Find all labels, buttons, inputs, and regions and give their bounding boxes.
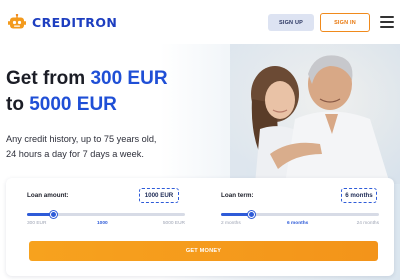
loan-amount-max-label: 5000 EUR	[162, 221, 185, 226]
loan-amount-slider-thumb[interactable]	[50, 210, 58, 218]
subtext-line-1: Any credit history, up to 75 years old,	[6, 134, 157, 144]
headline-line2-prefix: to	[6, 94, 30, 115]
loan-amount-mid-label: 1000	[97, 221, 108, 226]
hamburger-menu-icon[interactable]	[380, 16, 394, 28]
headline-prefix: Get from	[6, 68, 91, 89]
site-header: CREDITRON SIGN UP SIGN IN	[0, 0, 400, 44]
subtext-line-2: 24 hours a day for 7 days a week.	[6, 149, 144, 159]
loan-term-min-label: 2 months	[221, 221, 241, 226]
loan-term-track-fill	[221, 213, 252, 216]
brand-logo[interactable]: CREDITRON	[8, 13, 118, 30]
loan-term-mid-label: 6 months	[287, 221, 309, 226]
couple-photo	[230, 44, 400, 184]
headline-min-amount: 300 EUR	[90, 68, 168, 89]
loan-term-slider-thumb[interactable]	[247, 210, 255, 218]
hero-headline: Get from 300 EUR to 5000 EUR	[6, 66, 168, 118]
loan-term-track[interactable]	[221, 210, 379, 218]
headline-max-amount: 5000 EUR	[29, 94, 117, 115]
loan-amount-value-box[interactable]: 1000 EUR	[139, 188, 179, 203]
get-money-button[interactable]: GET MONEY	[29, 241, 378, 261]
hero-subtext: Any credit history, up to 75 years old, …	[6, 132, 216, 162]
loan-amount-label: Loan amount:	[27, 192, 69, 199]
loan-term-label: Loan term:	[221, 192, 254, 199]
sign-up-button[interactable]: SIGN UP	[268, 14, 314, 31]
loan-term-value-box[interactable]: 6 months	[341, 188, 377, 203]
loan-amount-min-label: 300 EUR	[27, 221, 47, 226]
brand-name: CREDITRON	[32, 14, 118, 30]
loan-calculator-card: Loan amount: 1000 EUR 300 EUR 1000 5000 …	[6, 178, 394, 276]
sign-in-button[interactable]: SIGN IN	[320, 13, 370, 32]
hero-section: Get from 300 EUR to 5000 EUR Any credit …	[0, 44, 400, 280]
loan-amount-track[interactable]	[27, 210, 185, 218]
robot-icon	[8, 13, 26, 30]
loan-term-max-label: 24 months	[356, 221, 379, 226]
